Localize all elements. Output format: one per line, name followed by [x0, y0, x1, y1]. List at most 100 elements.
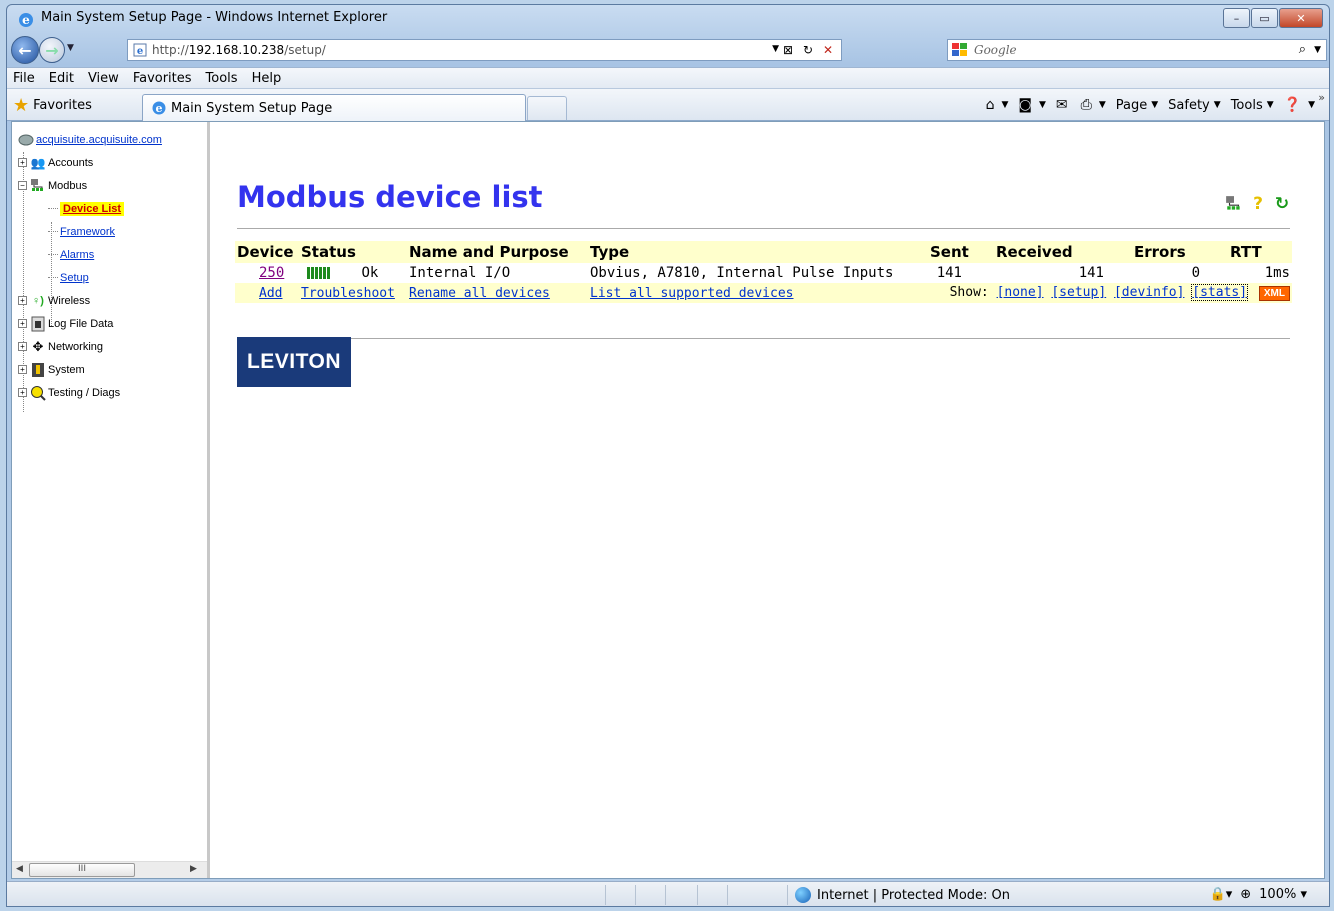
menu-view[interactable]: View	[88, 71, 119, 86]
menu-tools[interactable]: Tools	[206, 71, 238, 86]
search-dropdown-icon[interactable]: ▼	[1314, 45, 1321, 55]
maximize-button[interactable]: ▭	[1251, 8, 1278, 28]
expand-icon[interactable]: +	[18, 158, 27, 167]
list-supported-link[interactable]: List all supported devices	[590, 286, 794, 301]
expand-icon[interactable]: +	[18, 365, 27, 374]
alarms-link[interactable]: Alarms	[60, 249, 94, 261]
zone-text: Internet | Protected Mode: On	[817, 887, 1011, 903]
safety-menu-button[interactable]: Safety ▼	[1168, 98, 1221, 113]
modbus-label: Modbus	[48, 179, 88, 192]
expand-icon[interactable]: +	[18, 296, 27, 305]
protected-mode-icon[interactable]: 🔒▾	[1210, 887, 1233, 902]
sidebar-item-framework[interactable]: Framework	[18, 220, 162, 243]
device-250-link[interactable]: 250	[237, 265, 284, 281]
sidebar-item-setup[interactable]: Setup	[18, 266, 162, 289]
framework-link[interactable]: Framework	[60, 226, 115, 238]
scroll-right-icon[interactable]: ▶	[190, 864, 197, 874]
tree-root[interactable]: acquisuite.acquisuite.com	[18, 128, 162, 151]
add-device-link[interactable]: Add	[259, 286, 282, 301]
tools-menu-button[interactable]: Tools ▼	[1231, 98, 1274, 113]
sidebar-item-testing[interactable]: + Testing / Diags	[18, 381, 162, 404]
table-row: 250 Ok Internal I/O Obvius, A7810, Inter…	[235, 263, 1292, 283]
address-bar[interactable]: e http://192.168.10.238/setup/ ▼ ⊠ ↻ ✕	[127, 39, 842, 61]
history-dropdown-icon[interactable]: ▼	[67, 43, 74, 53]
mail-button[interactable]: ✉	[1056, 97, 1071, 113]
expand-icon[interactable]: +	[18, 388, 27, 397]
xml-button[interactable]: XML	[1258, 286, 1290, 301]
setup-link[interactable]: Setup	[60, 272, 89, 284]
sidebar-item-modbus[interactable]: − Modbus	[18, 174, 162, 197]
sidebar-frame: acquisuite.acquisuite.com + 👥 Accounts −…	[12, 122, 210, 878]
networking-label: Networking	[48, 340, 104, 353]
col-device: Device	[235, 241, 299, 263]
rename-all-link[interactable]: Rename all devices	[409, 286, 550, 301]
globe-icon	[795, 887, 811, 903]
scroll-left-icon[interactable]: ◀	[16, 864, 23, 874]
networking-icon: ✥	[32, 338, 44, 354]
device-list-link[interactable]: Device List	[63, 203, 121, 215]
forward-button[interactable]: →	[39, 37, 65, 63]
expand-icon[interactable]: +	[18, 342, 27, 351]
page-menu-button[interactable]: Page ▼	[1116, 98, 1158, 113]
expand-icon[interactable]: +	[18, 319, 27, 328]
page-icon: e	[133, 43, 147, 57]
refresh-icon[interactable]: ↻	[1272, 194, 1292, 214]
sidebar-item-accounts[interactable]: + 👥 Accounts	[18, 151, 162, 174]
menu-edit[interactable]: Edit	[49, 71, 74, 86]
command-bar: ⌂ ▼ ◙ ▼ ✉ ⎙ ▼ Page ▼ Safety ▼ Tools ▼ ❓ ▼	[976, 97, 1315, 113]
show-none-link[interactable]: [none]	[997, 285, 1044, 300]
help-button[interactable]: ❓ ▼	[1284, 97, 1315, 113]
collapse-icon[interactable]: −	[18, 181, 27, 190]
leviton-logo: LEVITON	[237, 337, 351, 387]
header-icons: ? ↻	[1220, 194, 1292, 214]
troubleshoot-link[interactable]: Troubleshoot	[301, 286, 395, 301]
root-link[interactable]: acquisuite.acquisuite.com	[36, 134, 162, 146]
search-box[interactable]: Google ⌕ ▼	[947, 39, 1327, 61]
minimize-button[interactable]: –	[1223, 8, 1250, 28]
menu-help[interactable]: Help	[252, 71, 282, 86]
show-stats-link[interactable]: [stats]	[1191, 284, 1249, 301]
print-button[interactable]: ⎙ ▼	[1081, 97, 1106, 113]
feeds-button[interactable]: ◙ ▼	[1018, 97, 1046, 113]
col-name: Name and Purpose	[407, 241, 588, 263]
actions-row: Add Troubleshoot Rename all devices List…	[235, 283, 1292, 303]
search-icon[interactable]: ⌕	[1299, 42, 1306, 57]
main-frame: Modbus device list ? ↻ Device Status Nam…	[232, 122, 1302, 862]
home-button[interactable]: ⌂ ▼	[986, 97, 1009, 113]
menu-favorites[interactable]: Favorites	[133, 71, 192, 86]
menu-file[interactable]: File	[13, 71, 35, 86]
chevron-more-icon[interactable]: »	[1318, 91, 1325, 104]
show-setup-link[interactable]: [setup]	[1051, 285, 1106, 300]
col-received: Received	[994, 241, 1132, 263]
scrollbar-thumb[interactable]: III	[29, 863, 135, 877]
home-icon: ⌂	[985, 97, 995, 113]
url-text[interactable]: http://192.168.10.238/setup/	[152, 43, 326, 57]
sidebar-item-wireless[interactable]: + ♀) Wireless	[18, 289, 162, 312]
browser-window: e Main System Setup Page - Windows Inter…	[6, 4, 1330, 907]
tab-main-setup[interactable]: e Main System Setup Page	[142, 94, 526, 121]
security-zone[interactable]: Internet | Protected Mode: On	[795, 887, 1010, 903]
refresh-icon[interactable]: ↻	[799, 41, 817, 59]
sidebar-item-device-list[interactable]: Device List	[18, 197, 162, 220]
zoom-control[interactable]: ⊕ 100% ▾	[1240, 887, 1307, 902]
sidebar-item-networking[interactable]: + ✥ Networking	[18, 335, 162, 358]
compatibility-view-icon[interactable]: ⊠	[779, 41, 797, 59]
page-content: acquisuite.acquisuite.com + 👥 Accounts −…	[11, 121, 1325, 879]
back-button[interactable]: ←	[11, 36, 39, 64]
sidebar-item-log-file-data[interactable]: + Log File Data	[18, 312, 162, 335]
rss-icon: ◙	[1018, 97, 1032, 113]
favorites-bar: ★ Favorites e Main System Setup Page ⌂ ▼ …	[7, 89, 1329, 121]
new-tab-button[interactable]	[527, 96, 567, 120]
show-devinfo-link[interactable]: [devinfo]	[1114, 285, 1184, 300]
sidebar-item-alarms[interactable]: Alarms	[18, 243, 162, 266]
help-icon: ❓	[1283, 97, 1302, 113]
favorites-button[interactable]: ★ Favorites	[13, 95, 92, 116]
system-icon	[30, 362, 46, 378]
help-icon[interactable]: ?	[1248, 194, 1268, 214]
header-divider	[237, 228, 1290, 229]
sidebar-scrollbar[interactable]: ◀ III ▶	[12, 861, 207, 878]
sidebar-item-system[interactable]: + System	[18, 358, 162, 381]
close-button[interactable]: ✕	[1279, 8, 1323, 28]
network-icon[interactable]	[1224, 194, 1244, 214]
stop-icon[interactable]: ✕	[819, 41, 837, 59]
